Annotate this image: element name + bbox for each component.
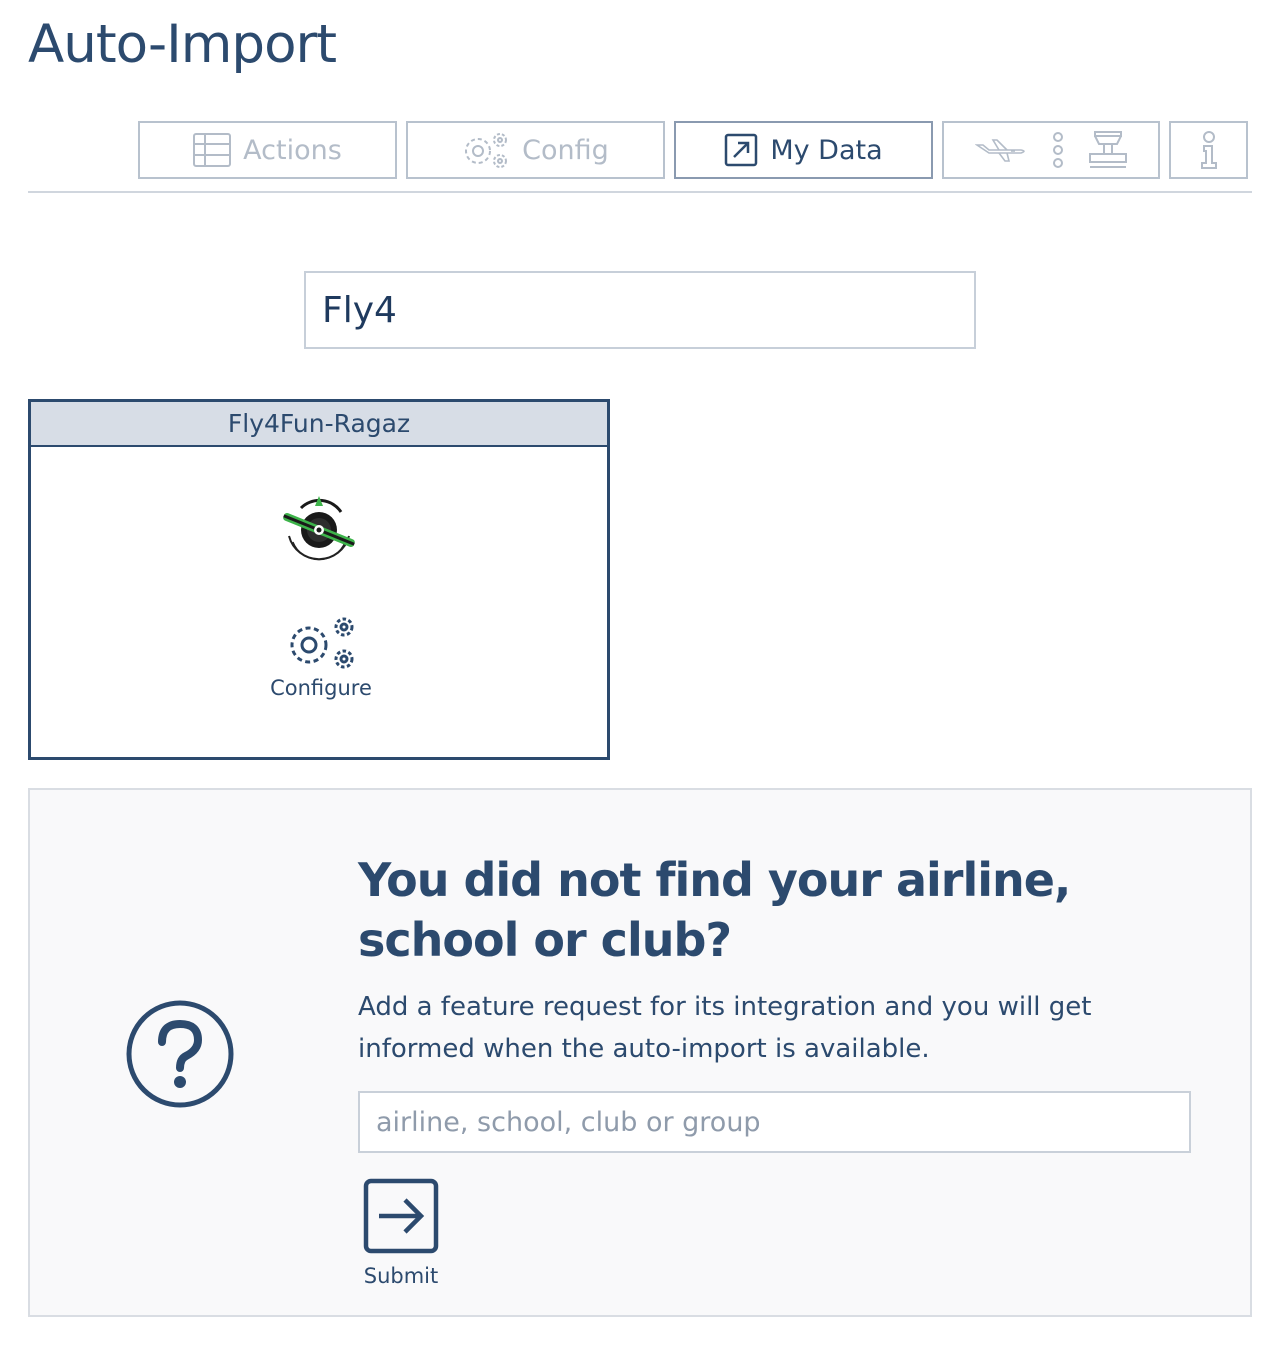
question-circle-icon [124,998,236,1114]
arrow-right-box-icon [363,1178,439,1254]
search-input[interactable] [304,271,976,349]
info-icon [1199,131,1219,169]
tab-my-data-label: My Data [770,134,883,166]
tab-my-data[interactable]: My Data [674,121,933,179]
airplane-icon [975,137,1029,163]
result-card-title: Fly4Fun-Ragaz [31,402,607,447]
configure-button[interactable]: Configure [251,614,391,700]
tab-actions[interactable]: Actions [138,121,397,179]
page-title: Auto-Import [28,14,337,75]
tab-bar: Actions Config My Data [28,120,1252,193]
table-icon [193,133,232,167]
tower-icon [1089,131,1127,169]
external-link-icon [724,133,758,167]
submit-label: Submit [363,1264,439,1288]
gears-icon [462,131,510,169]
result-card[interactable]: Fly4Fun-Ragaz Configure [28,399,610,760]
feature-request-input[interactable] [358,1091,1191,1153]
tab-config-label: Config [522,134,609,166]
tab-actions-label: Actions [243,134,342,166]
configure-label: Configure [270,676,372,700]
feature-request-panel: You did not find your airline, school or… [28,788,1252,1317]
tab-config[interactable]: Config [406,121,665,179]
feature-request-title: You did not find your airline, school or… [358,853,1071,967]
more-vertical-icon [1051,131,1065,169]
tab-info[interactable] [1169,121,1248,179]
tab-aircraft-tools[interactable] [942,121,1160,179]
fly4fun-logo [279,490,359,574]
gears-icon [283,614,359,672]
feature-request-description: Add a feature request for its integratio… [358,992,1092,1064]
submit-button[interactable]: Submit [360,1178,442,1288]
